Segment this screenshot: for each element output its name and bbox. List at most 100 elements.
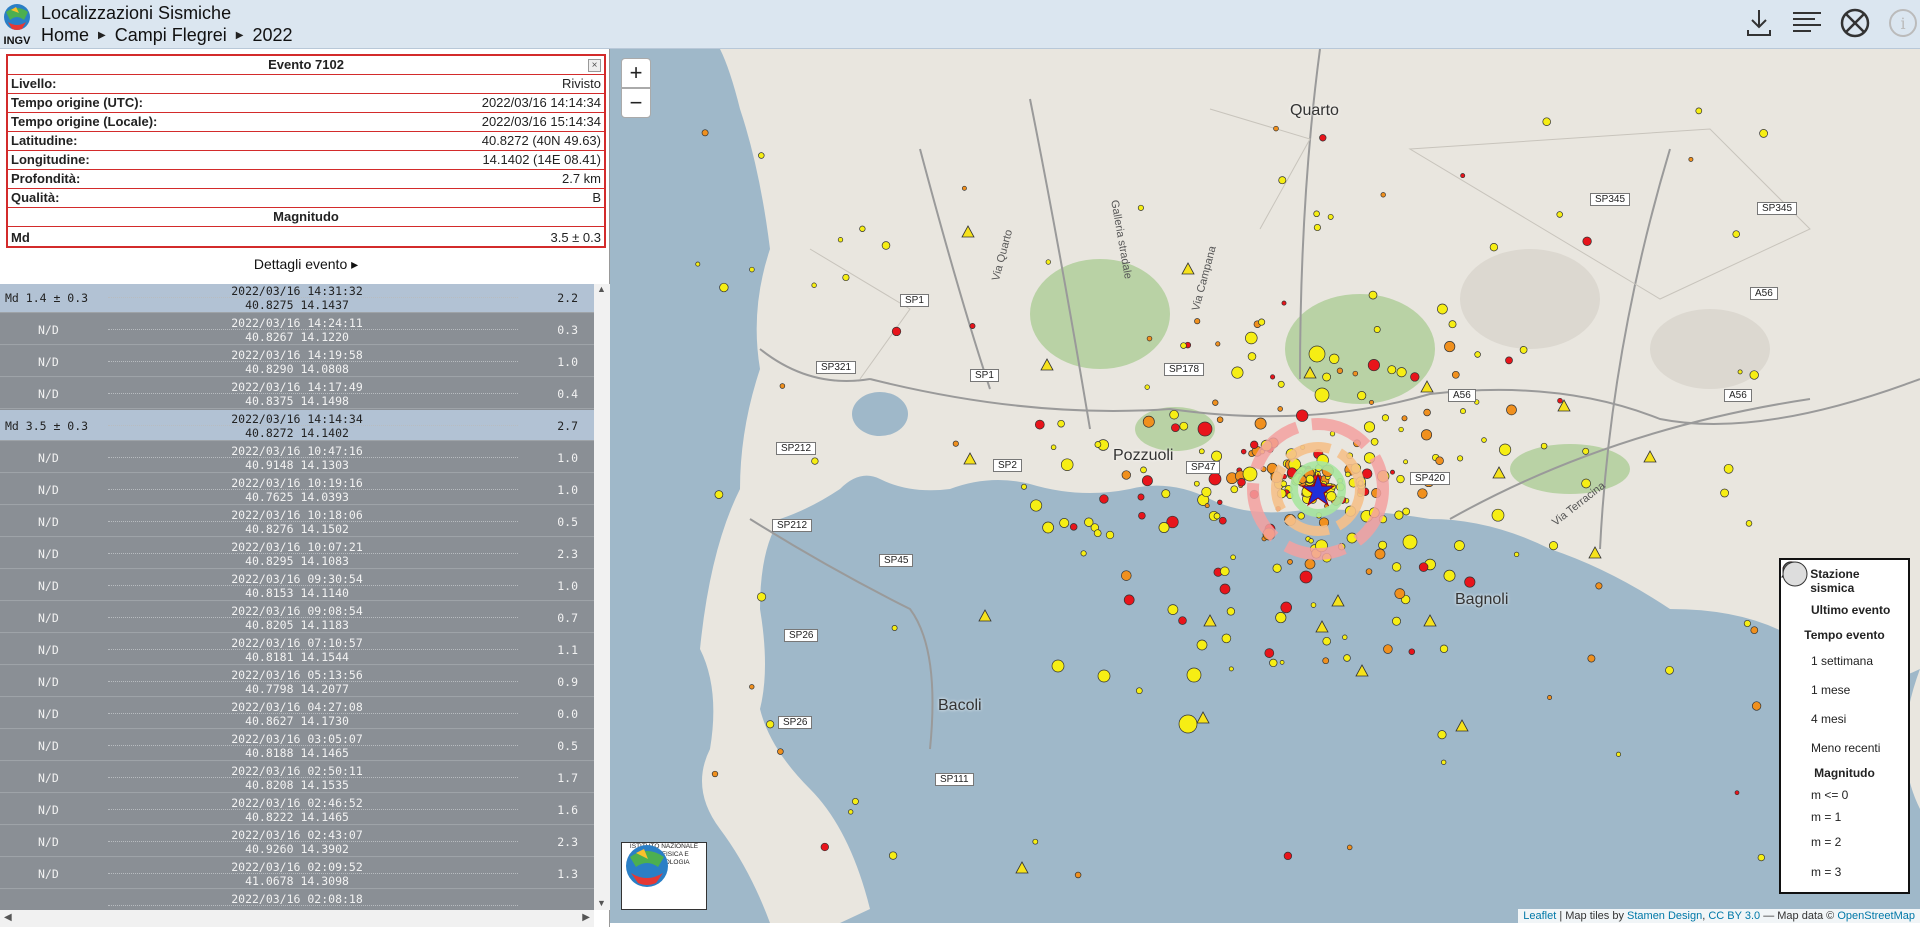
quake-dot[interactable] <box>1361 468 1373 479</box>
quake-dot[interactable] <box>1374 548 1386 560</box>
quake-dot[interactable] <box>1097 669 1111 683</box>
quake-dot[interactable] <box>766 720 775 729</box>
quake-dot[interactable] <box>859 225 866 232</box>
quake-dot[interactable] <box>1401 415 1408 422</box>
quake-dot[interactable] <box>1370 437 1379 446</box>
quake-dot[interactable] <box>1402 534 1418 550</box>
event-row[interactable]: N/D 2022/03/16 03:05:07 40.8188 14.1465 0.5 <box>0 730 594 761</box>
quake-dot[interactable] <box>1439 644 1449 653</box>
quake-dot[interactable] <box>1519 346 1528 354</box>
quake-dot[interactable] <box>1215 341 1221 347</box>
quake-dot[interactable] <box>1305 474 1315 484</box>
quake-dot[interactable] <box>1418 562 1429 572</box>
breadcrumb-home[interactable]: Home <box>41 25 89 46</box>
map[interactable]: + − Quarto Pozzuoli Bacoli Bagnoli SP345… <box>610 49 1920 923</box>
quake-dot[interactable] <box>1057 419 1065 428</box>
event-row[interactable]: N/D 2022/03/16 07:10:57 40.8181 14.1544 1.1 <box>0 634 594 665</box>
quake-dot[interactable] <box>1548 541 1559 551</box>
quake-dot[interactable] <box>1121 570 1132 581</box>
vertical-scrollbar[interactable]: ▲ ▼ <box>594 284 610 910</box>
event-row[interactable]: N/D 2022/03/16 14:19:58 40.8290 14.0808 1.0 <box>0 346 594 377</box>
close-icon[interactable]: × <box>588 59 601 72</box>
event-row[interactable]: N/D 2022/03/16 02:46:52 40.8222 14.1465 1.6 <box>0 794 594 825</box>
quake-dot[interactable] <box>1759 129 1768 138</box>
quake-dot[interactable] <box>1278 176 1287 185</box>
quake-dot[interactable] <box>1228 666 1234 672</box>
event-row[interactable]: N/D 2022/03/16 10:47:16 40.9148 14.1303 1.0 <box>0 442 594 473</box>
quake-dot[interactable] <box>811 282 817 288</box>
quake-dot[interactable] <box>1435 456 1444 465</box>
event-row[interactable]: N/D 2022/03/16 04:27:08 40.8627 14.1730 0.0 <box>0 698 594 729</box>
horizontal-scrollbar[interactable]: ◀ ▶ <box>0 910 594 927</box>
quake-dot[interactable] <box>1138 511 1146 520</box>
quake-dot[interactable] <box>1665 665 1674 675</box>
quake-dot[interactable] <box>1283 851 1293 861</box>
quake-dot[interactable] <box>1208 472 1222 486</box>
quake-dot[interactable] <box>1296 409 1309 422</box>
quake-dot[interactable] <box>1144 384 1150 390</box>
quake-dot[interactable] <box>1688 156 1694 162</box>
quake-dot[interactable] <box>1219 583 1231 595</box>
quake-dot[interactable] <box>1042 521 1054 534</box>
quake-dot[interactable] <box>1454 540 1465 551</box>
quake-dot[interactable] <box>1240 448 1247 455</box>
quake-dot[interactable] <box>1381 414 1389 422</box>
quake-dot[interactable] <box>714 490 724 499</box>
quake-dot[interactable] <box>1396 367 1407 378</box>
quake-dot[interactable] <box>749 266 755 273</box>
breadcrumb-campi-flegrei[interactable]: Campi Flegrei <box>115 25 227 46</box>
quake-dot[interactable] <box>1396 474 1405 484</box>
quake-dot[interactable] <box>1394 510 1404 520</box>
quake-dot[interactable] <box>1171 423 1180 433</box>
quake-dot[interactable] <box>1201 486 1212 498</box>
quake-dot[interactable] <box>1363 421 1376 433</box>
quake-dot[interactable] <box>1313 210 1320 218</box>
quake-dot[interactable] <box>695 261 701 267</box>
quake-dot[interactable] <box>1105 530 1115 540</box>
quake-dot[interactable] <box>1247 352 1257 361</box>
quake-dot[interactable] <box>1352 370 1359 377</box>
info-icon[interactable]: i <box>1886 6 1920 40</box>
quake-dot[interactable] <box>1346 844 1353 851</box>
osm-link[interactable]: OpenStreetMap <box>1837 910 1915 922</box>
scroll-up-icon[interactable]: ▲ <box>597 284 606 294</box>
quake-dot[interactable] <box>1059 518 1070 528</box>
quake-dot[interactable] <box>837 237 844 243</box>
quake-dot[interactable] <box>1378 540 1388 550</box>
quake-dot[interactable] <box>1277 406 1283 412</box>
quake-dot[interactable] <box>1230 485 1239 494</box>
quake-dot[interactable] <box>1750 626 1759 635</box>
quake-dot[interactable] <box>1237 478 1246 487</box>
quake-dot[interactable] <box>1218 516 1227 525</box>
quake-dot[interactable] <box>1213 512 1221 520</box>
quake-dot[interactable] <box>1336 367 1344 374</box>
event-row[interactable]: N/D 2022/03/16 14:24:11 40.8267 14.1220 0.3 <box>0 314 594 345</box>
quake-dot[interactable] <box>1264 648 1275 658</box>
quake-dot[interactable] <box>711 770 719 778</box>
quake-dot[interactable] <box>1402 507 1411 516</box>
quake-dot[interactable] <box>848 809 854 815</box>
quake-dot[interactable] <box>1221 633 1232 644</box>
quake-dot[interactable] <box>1460 408 1466 415</box>
quake-dot[interactable] <box>1460 173 1466 179</box>
quake-dot[interactable] <box>1231 366 1244 379</box>
quake-dot[interactable] <box>1745 520 1753 527</box>
quake-dot[interactable] <box>1392 616 1401 626</box>
quake-dot[interactable] <box>1196 639 1208 651</box>
quake-dot[interactable] <box>1615 751 1622 757</box>
station-marker[interactable] <box>1423 614 1437 627</box>
list-icon[interactable] <box>1790 6 1824 40</box>
quake-dot[interactable] <box>1137 204 1144 211</box>
quake-dot[interactable] <box>1204 503 1210 509</box>
quake-dot[interactable] <box>1391 562 1402 572</box>
quake-dot[interactable] <box>1737 369 1743 375</box>
quake-dot[interactable] <box>1417 488 1428 499</box>
institute-logo[interactable]: ISTITUTO NAZIONALE DI GEOFISICA E VULCAN… <box>621 842 707 910</box>
quake-dot[interactable] <box>1387 365 1397 375</box>
quake-dot[interactable] <box>757 592 767 602</box>
quake-dot[interactable] <box>1060 458 1074 471</box>
quake-dot[interactable] <box>1245 331 1258 345</box>
quake-dot[interactable] <box>1723 463 1734 474</box>
quake-dot[interactable] <box>1582 447 1590 455</box>
quake-dot[interactable] <box>1398 426 1404 433</box>
